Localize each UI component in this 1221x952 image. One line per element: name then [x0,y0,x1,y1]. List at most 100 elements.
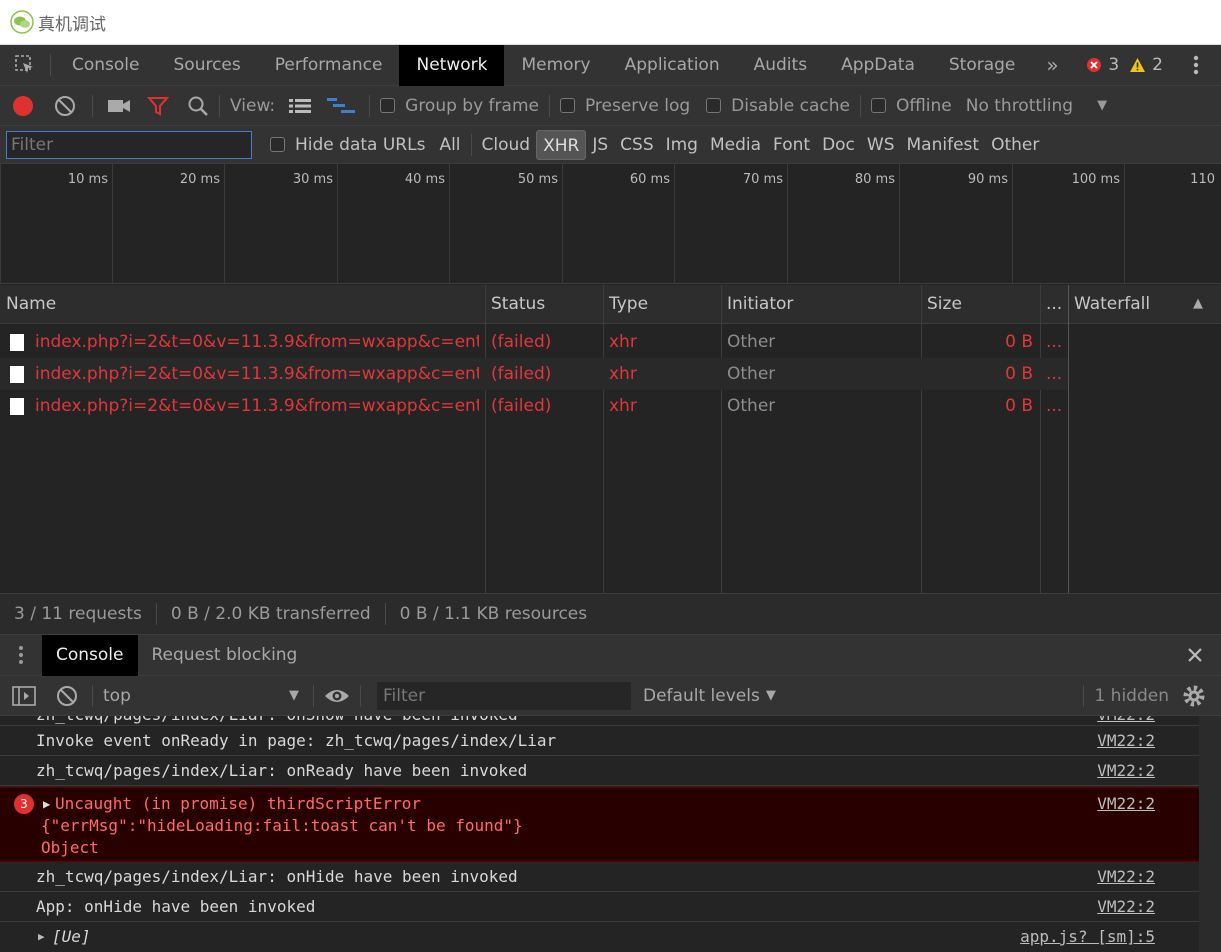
log-levels-select[interactable]: Default levels ▼ [643,686,776,706]
column-header-name[interactable]: Name [0,285,485,324]
request-initiator: Other [727,332,776,352]
close-icon[interactable] [1187,647,1203,663]
request-count: 3 / 11 requests [14,604,142,624]
chevron-down-icon: ▼ [765,688,776,703]
message-source-link[interactable]: VM22:2 [1097,726,1155,756]
tab-appdata[interactable]: AppData [824,45,932,86]
warning-icon [1130,58,1146,72]
document-icon [10,398,24,415]
column-header-size[interactable]: Size [921,285,1040,324]
type-filter-media[interactable]: Media [704,130,767,160]
disable-cache-checkbox[interactable]: Disable cache [706,96,850,116]
console-error-message[interactable]: 3 ▶ Uncaught (in promise) thirdScriptErr… [0,787,1199,862]
timeline-tick: 80 ms [787,164,899,284]
request-type: xhr [609,396,637,416]
large-rows-icon[interactable] [289,98,312,114]
message-source-link[interactable]: VM22:2 [1097,862,1155,892]
column-header-status[interactable]: Status [485,285,603,324]
devtools-menu-button[interactable] [1181,55,1211,75]
column-header-waterfall[interactable]: Waterfall ▲ [1068,285,1221,324]
type-filter-manifest[interactable]: Manifest [901,130,986,160]
request-status: (failed) [491,364,552,384]
message-source-link[interactable]: app.js? [sm]:5 [1020,922,1155,952]
column-header-type[interactable]: Type [603,285,721,324]
request-status: (failed) [491,332,552,352]
drawer-menu-button[interactable] [0,645,42,665]
chevron-down-icon: ▼ [1097,98,1108,113]
type-filter-other[interactable]: Other [985,130,1045,160]
more-tabs-button[interactable]: » [1032,45,1072,86]
console-scrollbar[interactable] [1199,716,1221,952]
network-overview-timeline[interactable]: 10 ms 20 ms 30 ms 40 ms 50 ms 60 ms 70 m… [0,164,1221,284]
request-name: index.php?i=2&t=0&v=11.3.9&from=wxapp&c=… [35,396,479,416]
tab-network[interactable]: Network [399,44,505,86]
message-source-link[interactable]: VM22:2 [1097,756,1155,786]
request-size: 0 B [1005,364,1033,384]
tab-storage[interactable]: Storage [932,45,1033,86]
timeline-tick: 110 [1124,164,1221,284]
tab-sources[interactable]: Sources [157,45,258,86]
type-filter-font[interactable]: Font [767,130,816,160]
type-filter-all[interactable]: All [433,130,466,160]
inspect-cursor-icon [15,55,33,73]
tab-memory[interactable]: Memory [504,45,607,86]
table-row[interactable]: index.php?i=2&t=0&v=11.3.9&from=wxapp&c=… [0,390,1068,422]
expand-triangle-icon[interactable]: ▶ [38,922,45,952]
tab-console[interactable]: Console [55,45,157,86]
expand-triangle-icon[interactable]: ▶ [43,793,50,815]
type-filter-xhr[interactable]: XHR [536,129,587,160]
type-filter-css[interactable]: CSS [614,130,659,160]
type-filter-js[interactable]: JS [586,130,614,160]
search-icon[interactable] [187,95,209,117]
type-filter-cloud[interactable]: Cloud [476,130,537,160]
error-repeat-count: 3 [14,794,34,814]
throttling-select[interactable]: No throttling ▼ [966,96,1107,116]
console-message: App: onHide have been invoked VM22:2 [0,892,1199,922]
request-more: ... [1046,364,1063,384]
request-initiator: Other [727,364,776,384]
gear-icon[interactable] [1183,685,1205,707]
type-filter-img[interactable]: Img [660,130,704,160]
type-filter-ws[interactable]: WS [861,130,901,160]
offline-checkbox[interactable]: Offline [870,96,952,116]
tab-application[interactable]: Application [608,45,737,86]
sidebar-toggle-icon[interactable] [12,685,36,706]
type-filter-doc[interactable]: Doc [816,130,861,160]
context-select[interactable]: top ▼ [103,686,303,706]
console-filter-input[interactable]: Filter [377,681,631,710]
inspect-element-button[interactable] [0,45,50,86]
group-by-frame-checkbox[interactable]: Group by frame [380,96,539,116]
clear-icon[interactable] [54,95,76,117]
issue-counter[interactable]: 3 2 [1086,55,1163,75]
request-size: 0 B [1005,332,1033,352]
request-name: index.php?i=2&t=0&v=11.3.9&from=wxapp&c=… [35,332,479,352]
table-row[interactable]: index.php?i=2&t=0&v=11.3.9&from=wxapp&c=… [0,326,1068,358]
request-type: xhr [609,332,637,352]
clear-console-icon[interactable] [56,685,78,707]
waterfall-overview-icon[interactable] [327,97,356,115]
message-source-link[interactable]: VM22:2 [1097,892,1155,922]
message-source-link[interactable]: VM22:2 [1097,793,1155,815]
column-header-more[interactable]: ... [1040,285,1068,324]
eye-icon[interactable] [324,687,350,705]
sort-ascending-icon: ▲ [1193,296,1203,311]
request-more: ... [1046,332,1063,352]
screenshot-camera-icon[interactable] [107,97,131,115]
console-message: zh_tcwq/pages/index/Liar: onShow have be… [0,716,1199,726]
hide-data-urls-checkbox[interactable]: Hide data URLs [270,135,425,155]
tab-audits[interactable]: Audits [737,45,824,86]
record-icon[interactable] [12,95,34,117]
drawer-tab-console[interactable]: Console [42,634,138,676]
timeline-tick: 20 ms [112,164,224,284]
filter-funnel-icon[interactable] [147,96,169,116]
table-row[interactable]: index.php?i=2&t=0&v=11.3.9&from=wxapp&c=… [0,358,1068,390]
console-message[interactable]: ▶ [Ue] app.js? [sm]:5 [0,922,1199,952]
column-header-initiator[interactable]: Initiator [721,285,921,324]
filter-input[interactable]: Filter [6,130,252,159]
preserve-log-checkbox[interactable]: Preserve log [559,96,690,116]
tab-performance[interactable]: Performance [258,45,400,86]
drawer-tab-request-blocking[interactable]: Request blocking [138,635,312,676]
message-source-link[interactable]: VM22:2 [1097,716,1155,725]
network-summary-bar: 3 / 11 requests 0 B / 2.0 KB transferred… [0,593,1221,635]
transferred-size: 0 B / 2.0 KB transferred [170,604,371,624]
